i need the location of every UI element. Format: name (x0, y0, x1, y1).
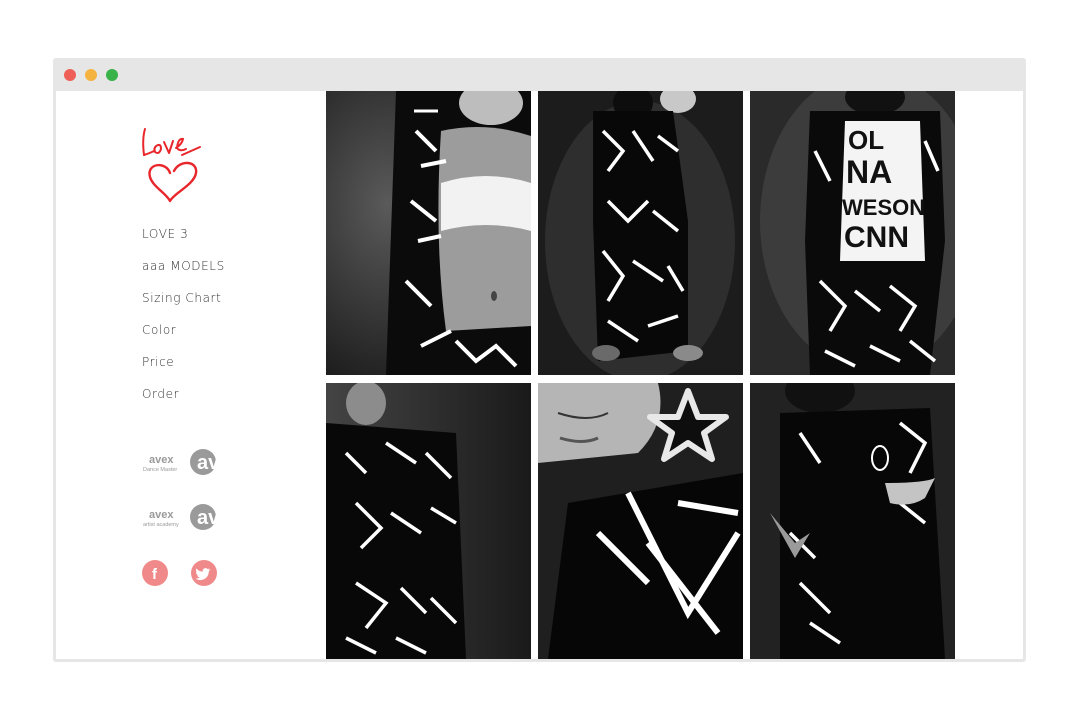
svg-text:NA: NA (846, 154, 892, 190)
nav-item-aaa-models[interactable]: aaa MODELS (142, 259, 225, 291)
gallery-photo[interactable] (326, 383, 531, 659)
avex-artist-academy-logo[interactable]: avex avex artist academy (141, 501, 242, 533)
svg-text:WESON: WESON (842, 195, 925, 220)
nav-item-love-3[interactable]: LOVE 3 (142, 227, 225, 259)
svg-text:OL: OL (848, 125, 884, 155)
close-window-button[interactable] (64, 69, 76, 81)
partner-name: avex (149, 509, 174, 521)
partner-subtitle: Dance Master (143, 467, 177, 473)
gallery-photo[interactable] (538, 91, 743, 375)
nav-item-order[interactable]: Order (142, 387, 225, 419)
love-logo[interactable] (136, 125, 206, 205)
facebook-button[interactable]: f (142, 560, 168, 586)
twitter-bird-icon (195, 568, 211, 581)
window-titlebar (56, 61, 1023, 91)
twitter-button[interactable] (191, 560, 217, 586)
partner-name: avex (149, 454, 174, 466)
nav-item-sizing-chart[interactable]: Sizing Chart (142, 291, 225, 323)
gallery-photo[interactable] (326, 91, 531, 375)
heart-icon (142, 128, 201, 203)
gallery-photo[interactable] (750, 383, 955, 659)
nav-item-price[interactable]: Price (142, 355, 225, 387)
partner-logo-mark: avex (197, 507, 221, 529)
avex-dance-master-logo[interactable]: avex avex Dance Master (141, 446, 242, 478)
svg-text:CNN: CNN (844, 221, 909, 254)
main-nav: LOVE 3 aaa MODELS Sizing Chart Color Pri… (142, 227, 225, 419)
minimize-window-button[interactable] (85, 69, 97, 81)
nav-item-color[interactable]: Color (142, 323, 225, 355)
browser-window: LOVE 3 aaa MODELS Sizing Chart Color Pri… (53, 58, 1026, 662)
partner-subtitle: artist academy (143, 522, 179, 528)
gallery-photo[interactable] (538, 383, 743, 659)
maximize-window-button[interactable] (106, 69, 118, 81)
sidebar: LOVE 3 aaa MODELS Sizing Chart Color Pri… (56, 91, 324, 659)
svg-text:f: f (152, 566, 158, 583)
gallery-photo[interactable]: OL NA WESON CNN (750, 91, 955, 375)
facebook-icon: f (152, 566, 158, 583)
partner-logo-mark: avex (197, 452, 221, 474)
